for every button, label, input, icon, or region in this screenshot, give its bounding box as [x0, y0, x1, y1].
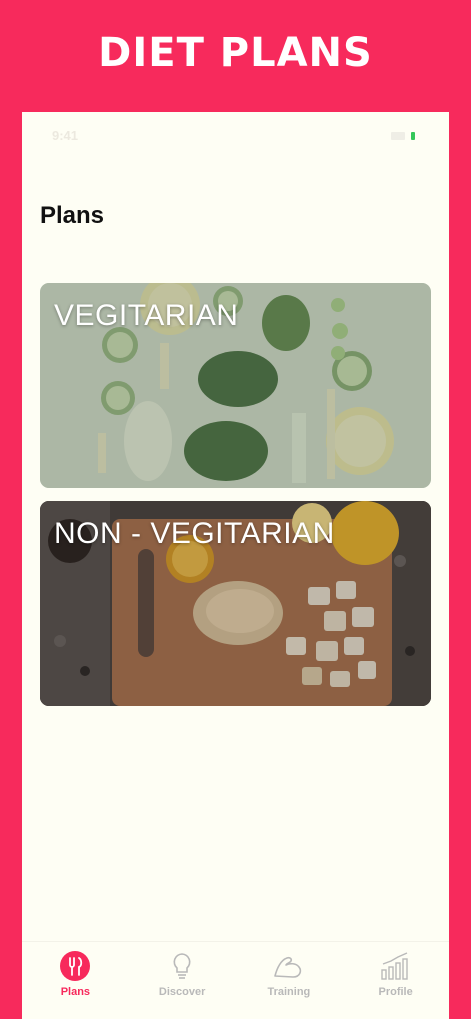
bar-chart-icon: [378, 948, 414, 984]
plan-label-vegetarian: VEGITARIAN: [54, 299, 239, 332]
tab-discover[interactable]: Discover: [137, 948, 227, 998]
battery-icon: [411, 132, 415, 140]
status-time: 9:41: [52, 128, 79, 143]
tab-label-training: Training: [267, 986, 311, 998]
phone-screen: 9:41 Plans VEGITARIAN NON - VEGITARIAN P…: [22, 112, 449, 1019]
tab-profile[interactable]: Profile: [351, 948, 441, 998]
status-icons: [391, 132, 415, 140]
signal-icon: [391, 132, 405, 140]
tab-label-discover: Discover: [158, 986, 206, 998]
plan-label-non-vegetarian: NON - VEGITARIAN: [54, 517, 335, 550]
tab-label-profile: Profile: [378, 986, 413, 998]
tab-plans[interactable]: Plans: [30, 948, 120, 998]
tab-label-plans: Plans: [60, 986, 91, 998]
plan-card-vegetarian[interactable]: VEGITARIAN: [40, 283, 431, 488]
flexed-arm-icon: [271, 948, 307, 984]
tab-training[interactable]: Training: [244, 948, 334, 998]
header-banner: DIET PLANS: [0, 0, 471, 112]
plan-card-non-vegetarian[interactable]: NON - VEGITARIAN: [40, 501, 431, 706]
fork-knife-icon: [57, 948, 93, 984]
page-title: Plans: [40, 202, 105, 229]
tab-bar: Plans Discover Training Profile: [22, 941, 449, 1019]
status-bar: 9:41: [22, 112, 449, 162]
header-title: DIET PLANS: [98, 30, 373, 76]
lightbulb-icon: [164, 948, 200, 984]
